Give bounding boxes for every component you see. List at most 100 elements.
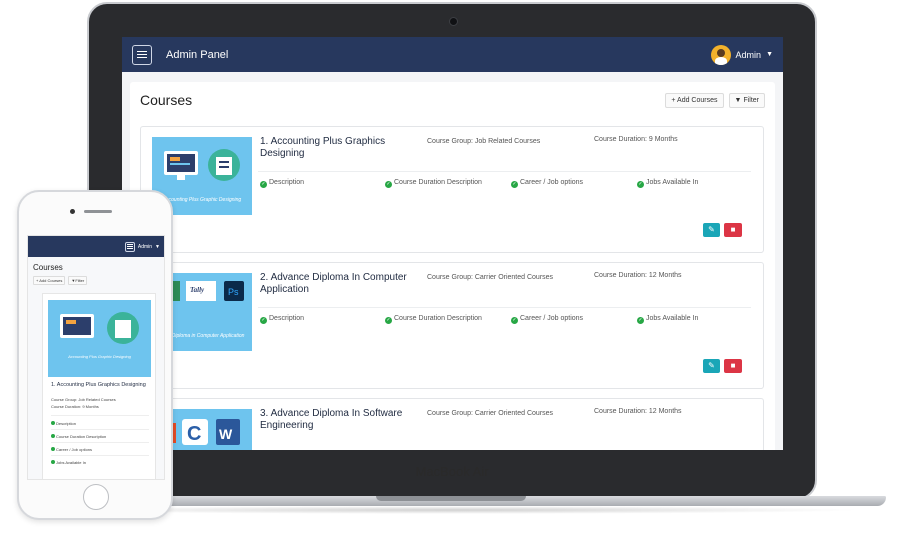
course-group: Course Group: Carrier Oriented Courses — [427, 410, 554, 417]
feature-duration-description[interactable]: ✓ Course Duration Description — [385, 177, 495, 188]
mobile-user-name[interactable]: Admin — [138, 244, 152, 250]
app-title: Admin Panel — [166, 48, 229, 61]
course-duration: Course Duration: 12 Months — [594, 408, 682, 415]
laptop-screen: Admin Panel Admin ▼ Courses + Add Course… — [122, 37, 783, 450]
camera-icon — [70, 209, 75, 214]
feature-label: Career / Job options — [56, 447, 93, 452]
filter-label: Filter — [743, 96, 759, 104]
menu-icon[interactable] — [124, 241, 135, 252]
check-circle-icon: ✓ — [511, 181, 518, 188]
check-circle-icon — [51, 421, 55, 425]
feature-label: Description — [269, 179, 305, 186]
feature-description[interactable]: ✓ Description — [260, 313, 370, 324]
caret-down-icon: ▼ — [766, 51, 773, 58]
add-courses-label: + Add Courses — [671, 96, 718, 104]
course-group: Course Group: Carrier Oriented Courses — [427, 274, 554, 281]
mobile-feature-duration-description[interactable]: Course Duration Description — [51, 434, 106, 439]
divider — [51, 442, 149, 443]
mobile-filter-button[interactable]: ▼Filter — [68, 276, 88, 285]
check-circle-icon: ✓ — [511, 317, 518, 324]
feature-label: Jobs Available In — [646, 179, 699, 186]
feature-career-options[interactable]: ✓ Career / Job options — [511, 177, 621, 188]
feature-label: Course Duration Description — [394, 315, 482, 322]
feature-jobs-available[interactable]: ✓ Jobs Available In — [637, 177, 747, 188]
phone-screen: Admin ▼ Courses + Add Courses ▼Filter Ac… — [27, 235, 165, 480]
toolbar-actions: + Add Courses ▼ Filter — [665, 92, 765, 108]
feature-jobs-available[interactable]: ✓ Jobs Available In — [637, 313, 747, 324]
filter-button[interactable]: ▼ Filter — [728, 92, 765, 108]
mobile-feature-career-options[interactable]: Career / Job options — [51, 447, 92, 452]
caret-down-icon: ▼ — [155, 243, 160, 250]
check-circle-icon: ✓ — [260, 317, 267, 324]
avatar — [710, 44, 731, 65]
laptop-brand-label: MacBook Air — [415, 464, 489, 479]
delete-button[interactable]: ■ — [724, 223, 742, 237]
add-courses-button[interactable]: + Add Courses — [665, 92, 724, 108]
mobile-course-duration: Course Duration: 9 Months — [51, 404, 99, 409]
mobile-feature-jobs-available[interactable]: Jobs Available In — [51, 460, 86, 465]
check-circle-icon — [51, 434, 55, 438]
check-circle-icon: ✓ — [637, 181, 644, 188]
user-menu[interactable]: Admin ▼ — [710, 44, 773, 65]
check-circle-icon: ✓ — [385, 317, 392, 324]
filter-icon: ▼ — [734, 96, 742, 104]
check-circle-icon: ✓ — [637, 317, 644, 324]
feature-career-options[interactable]: ✓ Career / Job options — [511, 313, 621, 324]
mobile-navbar: Admin ▼ — [28, 236, 164, 257]
mockup-stage: Admin Panel Admin ▼ Courses + Add Course… — [0, 0, 900, 540]
feature-label: Course Duration Description — [394, 179, 482, 186]
svg-text:W: W — [219, 426, 233, 442]
mobile-course-group: Course Group: Job Related Courses — [51, 397, 116, 402]
mobile-toolbar-actions: + Add Courses ▼Filter — [33, 276, 88, 285]
phone-device: Admin ▼ Courses + Add Courses ▼Filter Ac… — [17, 190, 173, 520]
edit-icon: ✎ — [708, 225, 715, 234]
page-toolbar: Courses + Add Courses ▼ Filter — [140, 82, 765, 118]
mobile-add-courses-button[interactable]: + Add Courses — [33, 276, 66, 285]
speaker-grille — [84, 210, 112, 213]
course-title: 3. Advance Diploma In Software Engineeri… — [260, 408, 403, 431]
divider — [258, 171, 751, 172]
mobile-course-title: 1. Accounting Plus Graphics Designing — [51, 382, 146, 388]
menu-icon[interactable] — [132, 44, 152, 65]
top-navbar: Admin Panel Admin ▼ — [122, 37, 783, 72]
feature-label: Career / Job options — [520, 179, 584, 186]
edit-button[interactable]: ✎ — [703, 223, 720, 237]
mobile-page-title: Courses — [33, 263, 63, 272]
course-card: C W 3. Advance Diploma In Software Engin… — [140, 398, 764, 450]
check-circle-icon — [51, 460, 55, 464]
course-duration: Course Duration: 12 Months — [594, 272, 682, 279]
course-title: 1. Accounting Plus Graphics Designing — [260, 136, 386, 159]
svg-text:Tally: Tally — [190, 286, 205, 294]
divider — [51, 415, 149, 416]
course-card: Tally Ps ance Diploma in Computer Applic… — [140, 262, 764, 389]
feature-label: Description — [56, 421, 77, 426]
divider — [51, 429, 149, 430]
course-card: Accounting Plus Graphic Designing 1. Acc… — [140, 126, 764, 253]
edit-button[interactable]: ✎ — [703, 359, 720, 373]
page-title: Courses — [140, 92, 193, 108]
course-group: Course Group: Job Related Courses — [427, 138, 541, 145]
course-duration: Course Duration: 9 Months — [594, 136, 678, 143]
divider — [258, 307, 751, 308]
feature-description[interactable]: ✓ Description — [260, 177, 370, 188]
mobile-feature-description[interactable]: Description — [51, 421, 76, 426]
edit-icon: ✎ — [708, 361, 715, 370]
svg-text:C: C — [187, 423, 201, 445]
home-button[interactable] — [83, 484, 109, 510]
mobile-course-card: Accounting Plus Graphic Designing 1. Acc… — [42, 293, 156, 479]
feature-duration-description[interactable]: ✓ Course Duration Description — [385, 313, 495, 324]
check-circle-icon — [51, 447, 55, 451]
feature-label: Jobs Available In — [56, 460, 86, 465]
feature-label: Course Duration Description — [56, 434, 107, 439]
course-illustration — [60, 312, 139, 344]
course-title: 2. Advance Diploma In Computer Applicati… — [260, 272, 407, 295]
feature-label: Jobs Available In — [646, 315, 699, 322]
delete-button[interactable]: ■ — [724, 359, 742, 373]
mobile-filter-label: Filter — [75, 278, 85, 283]
course-thumbnail: Accounting Plus Graphic Designing — [48, 300, 151, 377]
feature-label: Career / Job options — [520, 315, 584, 322]
camera-icon — [449, 17, 458, 26]
divider — [51, 455, 149, 456]
thumbnail-caption: Accounting Plus Graphic Designing — [68, 354, 131, 359]
svg-text:Ps: Ps — [228, 287, 239, 297]
